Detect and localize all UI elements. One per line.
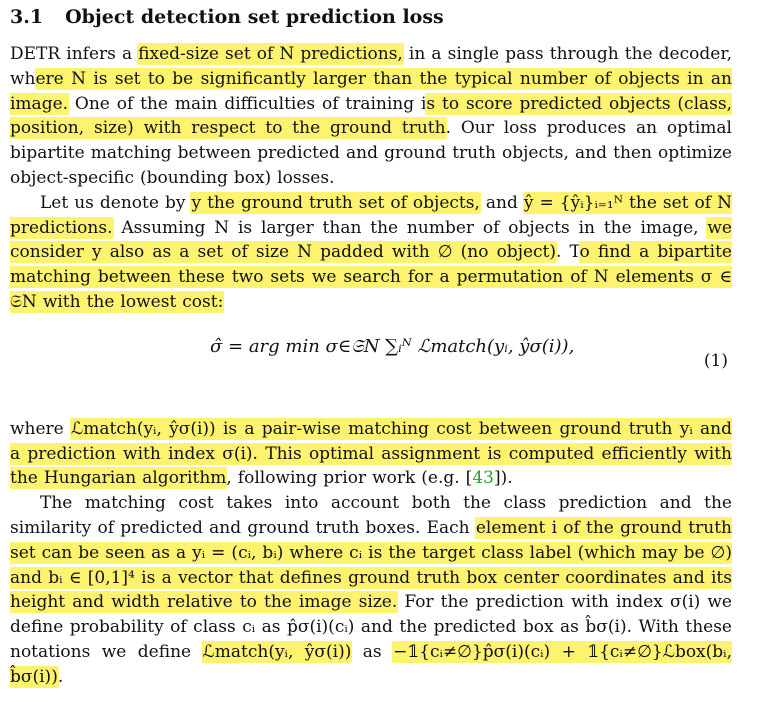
highlighted-text: y the ground truth set of objects, <box>191 192 480 213</box>
body-text: Let us denote by <box>40 192 192 213</box>
body-text: One of the main difficulties of training… <box>68 93 427 114</box>
paragraph-2: Let us denote by y the ground truth set … <box>10 191 732 315</box>
section-number: 3.1 <box>10 6 44 28</box>
body-text: DETR infers a <box>10 44 139 64</box>
body-text: where <box>10 418 72 439</box>
body-text: , following prior work (e.g. [ <box>226 468 473 489</box>
equation-1: σ̂ = arg min σ∈𝔖N ∑ᵢᴺ ℒmatch(yᵢ, ŷσ(i)),… <box>10 321 732 411</box>
paragraph-1: DETR infers a fixed-size set of N predic… <box>10 42 732 191</box>
paragraph-4: The matching cost takes into account bot… <box>10 491 732 689</box>
section-title: Object detection set prediction loss <box>65 6 444 28</box>
equation-number: (1) <box>703 350 728 371</box>
body-text: . <box>57 666 64 687</box>
citation-link[interactable]: 43 <box>472 468 494 488</box>
body-text: . T <box>556 242 580 263</box>
body-text: Assuming N is larger than the number of … <box>112 217 708 238</box>
body-text: as <box>351 641 394 662</box>
equation-body: σ̂ = arg min σ∈𝔖N ∑ᵢᴺ ℒmatch(yᵢ, ŷσ(i)), <box>210 335 575 357</box>
highlighted-text: fixed-size set of N predictions, <box>138 44 403 64</box>
highlighted-text: ℒmatch(yᵢ, ŷσ(i)) <box>202 641 352 662</box>
section-heading: 3.1 Object detection set prediction loss <box>10 4 732 30</box>
paragraph-3: where ℒmatch(yᵢ, ŷσ(i)) is a pair-wise m… <box>10 417 732 491</box>
body-text: ]). <box>493 468 513 489</box>
body-text: and <box>479 192 524 213</box>
paper-page: 3.1 Object detection set prediction loss… <box>10 4 732 690</box>
